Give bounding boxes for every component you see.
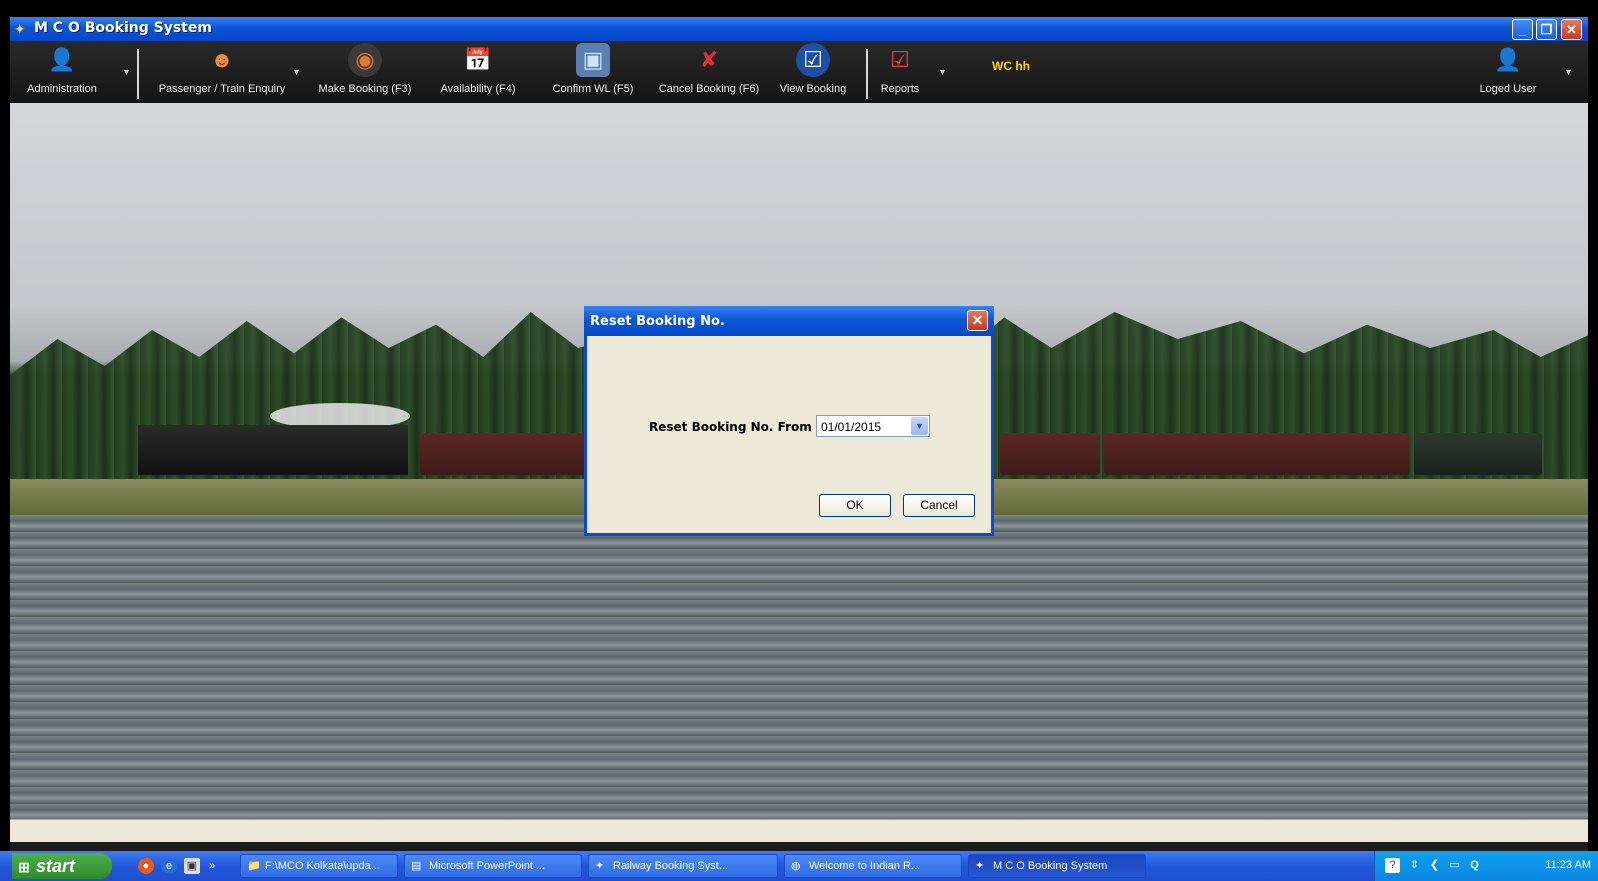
taskbar-item-mco-booking[interactable]: ✦ M C O Booking System	[968, 854, 1146, 878]
booking-icon: ◉	[348, 43, 382, 77]
user-dropdown-icon[interactable]: ▼	[1564, 67, 1573, 77]
q-app-icon[interactable]: Q	[1467, 858, 1482, 873]
reset-booking-dialog: Reset Booking No. ✕ Reset Booking No. Fr…	[584, 306, 994, 536]
toolbar-label: Confirm WL (F5)	[552, 83, 634, 95]
taskbar-item-powerpoint[interactable]: ▤ Microsoft PowerPoint ...	[404, 854, 582, 878]
clipboard-icon: ☑	[890, 47, 910, 72]
network-icon[interactable]: ▭	[1447, 858, 1462, 873]
tray-expand-icon[interactable]: ⇕	[1407, 858, 1422, 873]
taskbar: ⊞ start ● e ▣ » 📁 F:\MCO Kolkata\upda... ▤…	[0, 851, 1598, 881]
toolbar-make-booking[interactable]: ◉ Make Booking (F3)	[306, 43, 424, 101]
window-title: M C O Booking System	[34, 20, 212, 36]
taskbar-item-browser[interactable]: ◍ Welcome to Indian R...	[784, 854, 962, 878]
close-button[interactable]: ✕	[1561, 19, 1582, 40]
help-icon[interactable]: ?	[1385, 858, 1400, 873]
task-label: Railway Booking Syst...	[613, 860, 728, 872]
admin-user-add-icon: 👤	[48, 47, 76, 72]
clock[interactable]: 11:23 AM	[1545, 859, 1591, 871]
locomotive-image	[138, 425, 408, 475]
toolbar-label: Availability (F4)	[440, 83, 516, 95]
station-code: WC hh	[992, 59, 1030, 73]
ok-button[interactable]: OK	[819, 494, 891, 517]
toolbar-label: Make Booking (F3)	[318, 83, 412, 95]
confirm-icon: ▣	[576, 43, 610, 77]
task-label: Welcome to Indian R...	[809, 860, 921, 872]
toolbar-label: Cancel Booking (F6)	[658, 83, 760, 95]
start-button[interactable]: ⊞ start	[12, 853, 112, 879]
app-icon: ✦	[14, 21, 26, 37]
toolbar-separator	[866, 49, 868, 99]
toolbar-availability[interactable]: 📅 Availability (F4)	[428, 43, 528, 101]
cancel-button[interactable]: Cancel	[903, 494, 975, 517]
dialog-close-button[interactable]: ✕	[967, 310, 988, 331]
start-label: start	[36, 856, 76, 876]
reset-date-picker[interactable]: 01/01/2015 ▼	[816, 415, 930, 437]
passenger-dropdown-icon[interactable]: ▼	[292, 67, 301, 77]
toolbar-label: View Booking	[779, 83, 847, 95]
toolbar-label: Passenger / Train Enquiry	[158, 83, 286, 95]
windows-logo-icon: ⊞	[18, 859, 30, 875]
chevron-down-icon[interactable]: ▼	[911, 417, 928, 435]
reports-dropdown-icon[interactable]: ▼	[938, 67, 947, 77]
main-toolbar: 👤 Administration ▼ ☻ Passenger / Train E…	[10, 41, 1588, 103]
restore-button[interactable]: ❐	[1536, 19, 1557, 40]
toolbar-label: Administration	[27, 83, 97, 95]
minimize-button[interactable]: _	[1512, 19, 1533, 40]
taskbar-item-folder[interactable]: 📁 F:\MCO Kolkata\upda...	[240, 854, 398, 878]
app-icon: ✦	[595, 860, 605, 872]
task-label: Microsoft PowerPoint ...	[429, 860, 546, 872]
train-car-image	[1104, 433, 1410, 475]
dialog-title-bar[interactable]: Reset Booking No. ✕	[584, 306, 994, 336]
back-arrow-icon[interactable]: ❮	[1427, 858, 1442, 873]
title-bar[interactable]: ✦ M C O Booking System _ ❐ ✕	[10, 17, 1588, 41]
system-tray: ? ⇕ ❮ ▭ Q 11:23 AM	[1374, 851, 1598, 881]
firefox-icon[interactable]: ●	[138, 858, 154, 874]
administration-dropdown-icon[interactable]: ▼	[122, 67, 131, 77]
dialog-title: Reset Booking No.	[590, 314, 725, 329]
quicklaunch-more-icon[interactable]: »	[204, 858, 220, 874]
status-bar	[10, 819, 1588, 842]
app-icon: ✦	[975, 860, 985, 872]
toolbar-loged-user[interactable]: 👤 Loged User	[1472, 43, 1544, 101]
reset-from-label: Reset Booking No. From	[649, 420, 812, 434]
cancel-icon: ✘	[699, 47, 719, 72]
toolbar-passenger-enquiry[interactable]: ☻ Passenger / Train Enquiry	[142, 43, 302, 101]
internet-explorer-icon[interactable]: e	[161, 858, 177, 874]
task-label: F:\MCO Kolkata\upda...	[265, 860, 380, 872]
passenger-icon: ☻	[210, 47, 234, 72]
calendar-icon: 📅	[464, 47, 492, 72]
date-value[interactable]: 01/01/2015	[821, 420, 881, 434]
toolbar-label: Loged User	[1479, 83, 1537, 95]
folder-icon: 📁	[247, 860, 261, 872]
toolbar-administration[interactable]: 👤 Administration	[14, 43, 110, 101]
toolbar-confirm-wl[interactable]: ▣ Confirm WL (F5)	[538, 43, 648, 101]
taskbar-item-railway-booking[interactable]: ✦ Railway Booking Syst...	[588, 854, 778, 878]
toolbar-view-booking[interactable]: ☑ View Booking	[772, 43, 854, 101]
train-car-image	[420, 433, 590, 475]
task-label: M C O Booking System	[993, 860, 1108, 872]
toolbar-reports[interactable]: ☑ Reports	[870, 43, 930, 101]
train-car-image	[1414, 433, 1542, 475]
show-desktop-icon[interactable]: ▣	[184, 858, 200, 874]
checkbox-icon: ☑	[796, 43, 830, 77]
browser-icon: ◍	[791, 860, 801, 872]
toolbar-cancel-booking[interactable]: ✘ Cancel Booking (F6)	[648, 43, 770, 101]
lake-image	[10, 515, 1588, 819]
toolbar-separator	[137, 49, 139, 99]
train-car-image	[1000, 433, 1100, 475]
toolbar-label: Reports	[880, 83, 920, 95]
user-icon: 👤	[1494, 47, 1522, 72]
powerpoint-icon: ▤	[411, 860, 422, 872]
